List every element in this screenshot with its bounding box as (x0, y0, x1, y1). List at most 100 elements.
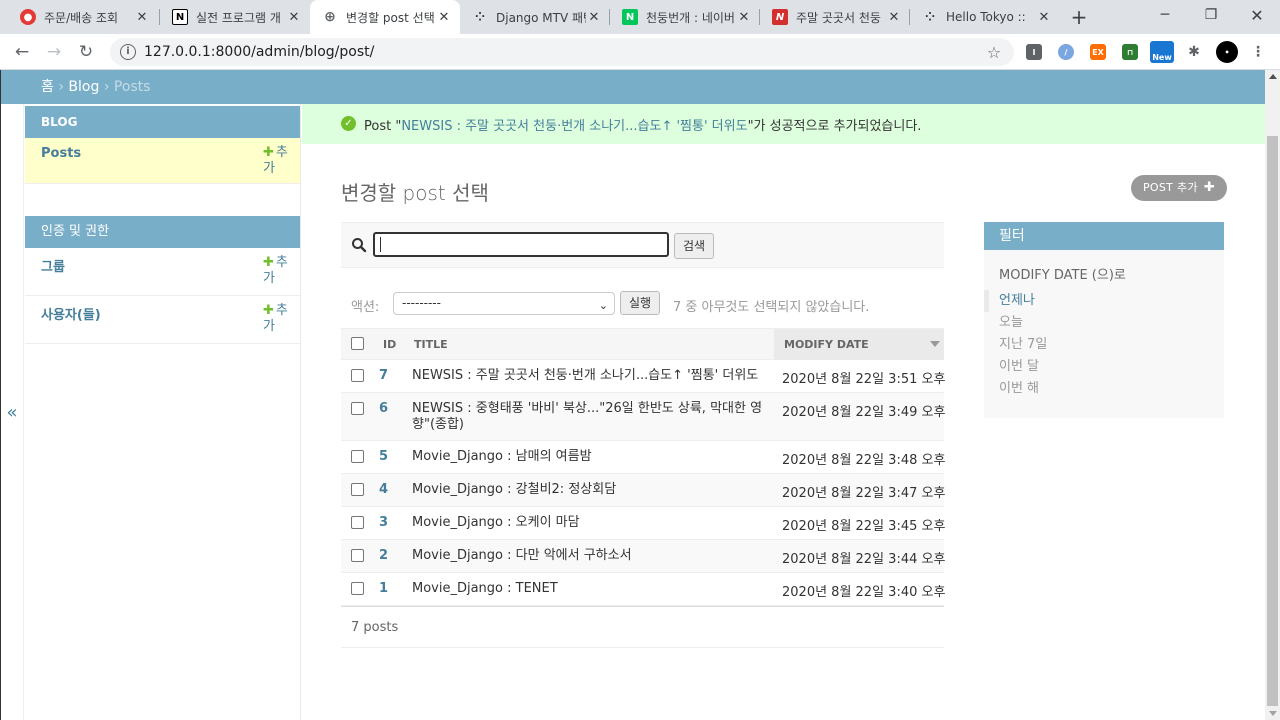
select-all-checkbox[interactable] (351, 337, 364, 350)
filter-option-month[interactable]: 이번 달 (984, 356, 1047, 378)
sidebar: BLOG Posts ✚ 추가 인증 및 권한 그룹 ✚ 추가 사용자(들) ✚ 추가 (24, 104, 301, 720)
filter-option-year[interactable]: 이번 해 (984, 378, 1047, 400)
added-post-link[interactable]: NEWSIS : 주말 곳곳서 천둥·번개 소나기...습도↑ '찜통' 더위도 (401, 119, 747, 134)
search-button[interactable]: 검색 (674, 233, 715, 259)
row-id-link[interactable]: 2 (379, 548, 388, 563)
row-checkbox[interactable] (351, 483, 364, 496)
header-modify-date[interactable]: MODIFY DATE (784, 338, 869, 351)
run-action-button[interactable]: 실행 (620, 291, 661, 315)
search-input[interactable] (373, 232, 669, 257)
text-caret (380, 237, 381, 252)
module-auth: 인증 및 권한 그룹 ✚ 추가 사용자(들) ✚ 추가 (25, 216, 300, 344)
sidebar-toggle-button[interactable]: « (1, 104, 24, 720)
msg-prefix: Post " (364, 118, 402, 134)
row-id-link[interactable]: 5 (379, 449, 388, 464)
add-group-button[interactable]: ✚ 추가 (263, 255, 295, 287)
tab-title: 천둥번개 : 네이버 (646, 10, 735, 25)
row-id-link[interactable]: 6 (379, 401, 388, 416)
add-post-button[interactable]: POST 추가 ✚ (1131, 175, 1228, 201)
scrollbar-thumb[interactable] (1267, 136, 1278, 706)
breadcrumb-sep: › (103, 79, 114, 95)
scroll-down-arrow-icon[interactable] (1269, 711, 1277, 716)
row-checkbox[interactable] (351, 582, 364, 595)
action-select[interactable]: --------- ⌄ (393, 292, 615, 315)
breadcrumb-blog[interactable]: Blog (68, 79, 99, 95)
add-posts-button[interactable]: ✚ 추가 (263, 145, 295, 177)
header-title[interactable]: TITLE (414, 338, 448, 351)
back-button[interactable]: ← (8, 38, 36, 66)
breadcrumb-home[interactable]: 홈 (41, 79, 54, 95)
sidebar-item-link[interactable]: Posts (41, 146, 81, 161)
close-icon[interactable]: ✕ (134, 10, 150, 25)
row-checkbox[interactable] (351, 549, 364, 562)
close-icon[interactable]: ✕ (736, 10, 752, 25)
close-icon[interactable]: ✕ (586, 10, 602, 25)
row-checkbox[interactable] (351, 516, 364, 529)
row-date: 2020년 8월 22일 3:44 오후 (782, 552, 946, 567)
tab-6[interactable]: ⁘ Hello Tokyo :: ✕ (910, 0, 1060, 34)
tab-3[interactable]: ⁘ Django MTV 패턴 ✕ (460, 0, 610, 34)
plus-icon: ✚ (1203, 180, 1216, 195)
breadcrumb: 홈 › Blog › Posts (1, 70, 1265, 104)
window-close-button[interactable]: ✕ (1234, 0, 1280, 30)
tab-5[interactable]: N 주말 곳곳서 천둥 ✕ (760, 0, 910, 34)
minimize-button[interactable]: ─ (1142, 0, 1188, 30)
row-id-link[interactable]: 1 (379, 581, 388, 596)
extension-feather-icon[interactable]: / (1058, 44, 1074, 60)
globe-icon: ⊕ (324, 9, 336, 25)
module-caption[interactable]: BLOG (25, 106, 300, 138)
kebab-menu-icon[interactable]: ⋮ (1250, 44, 1266, 60)
sidebar-item-link[interactable]: 그룹 (41, 256, 65, 275)
sort-desc-icon[interactable] (930, 341, 940, 347)
action-select-value: --------- (402, 296, 441, 310)
row-date: 2020년 8월 22일 3:51 오후 (782, 372, 946, 387)
page-scrollbar[interactable] (1265, 70, 1280, 720)
row-title: Movie_Django : 오케이 마담 (412, 515, 580, 530)
row-id-link[interactable]: 7 (379, 368, 388, 383)
module-caption[interactable]: 인증 및 권한 (25, 216, 300, 248)
row-checkbox[interactable] (351, 369, 364, 382)
address-bar[interactable]: i 127.0.0.1:8000/admin/blog/post/ ☆ (110, 38, 1014, 66)
extension-new-icon[interactable]: New (1150, 41, 1174, 63)
tab-4[interactable]: N 천둥번개 : 네이버 ✕ (610, 0, 760, 34)
close-icon[interactable]: ✕ (286, 10, 302, 25)
search-icon (352, 238, 367, 253)
row-id-link[interactable]: 4 (379, 482, 388, 497)
table-row: 6 NEWSIS : 중형태풍 '바비' 북상..."26일 한반도 상륙, 막… (341, 393, 945, 441)
row-checkbox[interactable] (351, 450, 364, 463)
close-icon[interactable]: ✕ (886, 10, 902, 25)
browser-toolbar: ← → ↻ i 127.0.0.1:8000/admin/blog/post/ … (0, 34, 1280, 70)
row-checkbox[interactable] (351, 402, 364, 415)
forward-button[interactable]: → (40, 38, 68, 66)
info-icon[interactable]: i (120, 44, 136, 60)
maximize-button[interactable]: ❐ (1188, 0, 1234, 30)
header-id[interactable]: ID (383, 338, 396, 351)
star-icon[interactable]: ☆ (982, 43, 1006, 62)
extension-crop-icon[interactable]: ⊓ (1122, 44, 1138, 60)
row-title: Movie_Django : 남매의 여름밤 (412, 449, 592, 464)
row-id-link[interactable]: 3 (379, 515, 388, 530)
scroll-up-arrow-icon[interactable] (1269, 74, 1277, 79)
filter-option-7days[interactable]: 지난 7일 (984, 334, 1047, 356)
page-title: 변경할 post 선택 (341, 181, 489, 205)
new-tab-button[interactable]: + (1066, 4, 1092, 30)
row-title: Movie_Django : TENET (412, 581, 558, 596)
add-user-button[interactable]: ✚ 추가 (263, 303, 295, 335)
puzzle-icon[interactable]: ✱ (1186, 44, 1202, 60)
main-content: ✓ Post "NEWSIS : 주말 곳곳서 천둥·번개 소나기...습도↑ … (302, 104, 1265, 720)
tab-title: 주말 곳곳서 천둥 (796, 10, 881, 25)
extension-icon[interactable]: I (1026, 44, 1042, 60)
table-row: 7 NEWSIS : 주말 곳곳서 천둥·번개 소나기...습도↑ '찜통' 더… (341, 360, 946, 393)
profile-avatar[interactable]: • (1216, 41, 1238, 63)
close-icon[interactable]: ✕ (436, 10, 452, 25)
filter-option-any[interactable]: 언제나 (984, 290, 1047, 312)
tab-1[interactable]: N 실전 프로그램 개 ✕ (160, 0, 310, 34)
close-icon[interactable]: ✕ (1036, 10, 1052, 25)
tab-2-active[interactable]: ⊕ 변경할 post 선택 ✕ (310, 0, 460, 34)
reload-button[interactable]: ↻ (72, 38, 100, 66)
filter-option-today[interactable]: 오늘 (984, 312, 1047, 334)
tab-0[interactable]: ● 주문/배송 조회 ✕ (8, 0, 158, 34)
sidebar-item-link[interactable]: 사용자(들) (41, 304, 101, 323)
row-date: 2020년 8월 22일 3:45 오후 (782, 519, 946, 534)
extension-ex-icon[interactable]: EX (1090, 44, 1106, 60)
